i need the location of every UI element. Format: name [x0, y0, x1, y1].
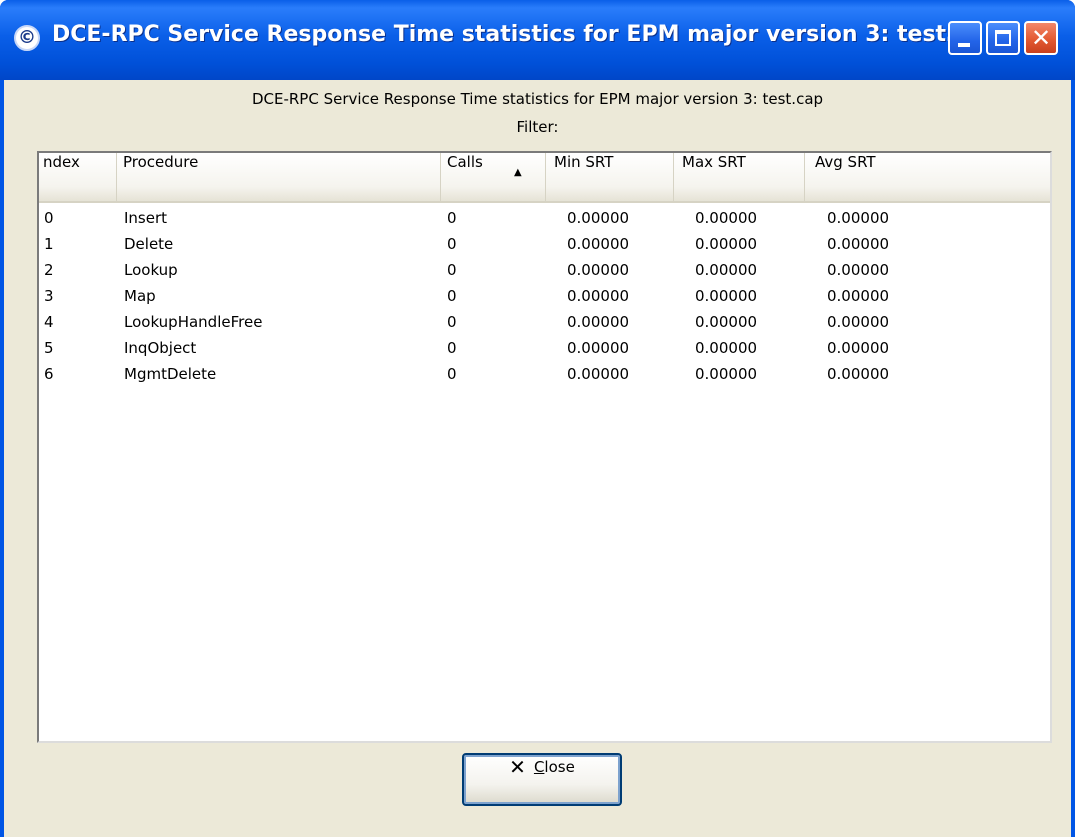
cell-procedure: Lookup: [124, 261, 178, 279]
maximize-button[interactable]: [986, 21, 1020, 55]
column-header-index[interactable]: ndex: [39, 153, 117, 201]
cell-index: 3: [44, 287, 54, 305]
close-button[interactable]: ✕ Close: [462, 753, 622, 806]
cell-calls: 0: [447, 235, 457, 253]
cell-procedure: Insert: [124, 209, 168, 227]
cell-min-srt: 0.00000: [567, 235, 630, 253]
filter-label: Filter:: [516, 118, 559, 136]
cell-max-srt: 0.00000: [695, 365, 758, 383]
dialog-window: © DCE-RPC Service Response Time statisti…: [0, 0, 1075, 837]
cell-calls: 0: [447, 209, 457, 227]
table-row[interactable]: 5 InqObject 0 0.00000 0.00000 0.00000: [39, 339, 1050, 365]
cell-max-srt: 0.00000: [695, 209, 758, 227]
cell-index: 1: [44, 235, 54, 253]
window-title: DCE-RPC Service Response Time statistics…: [52, 22, 969, 47]
column-header-min-srt[interactable]: Min SRT: [546, 153, 674, 201]
cell-avg-srt: 0.00000: [827, 339, 890, 357]
cell-procedure: Delete: [124, 235, 174, 253]
table-row[interactable]: 2 Lookup 0 0.00000 0.00000 0.00000: [39, 261, 1050, 287]
close-window-button[interactable]: ✕: [1024, 21, 1058, 55]
cell-avg-srt: 0.00000: [827, 261, 890, 279]
table-row[interactable]: 1 Delete 0 0.00000 0.00000 0.00000: [39, 235, 1050, 261]
cell-avg-srt: 0.00000: [827, 235, 890, 253]
cell-procedure: InqObject: [124, 339, 197, 357]
cell-avg-srt: 0.00000: [827, 287, 890, 305]
cell-min-srt: 0.00000: [567, 209, 630, 227]
close-button-label: Close: [533, 758, 575, 776]
cell-calls: 0: [447, 287, 457, 305]
table-row[interactable]: 6 MgmtDelete 0 0.00000 0.00000 0.00000: [39, 365, 1050, 391]
cell-min-srt: 0.00000: [567, 339, 630, 357]
cell-avg-srt: 0.00000: [827, 209, 890, 227]
table-body: 0 Insert 0 0.00000 0.00000 0.00000 1 Del…: [39, 209, 1050, 391]
column-header-max-srt[interactable]: Max SRT: [674, 153, 805, 201]
close-x-icon: ✕: [509, 755, 526, 779]
cell-max-srt: 0.00000: [695, 235, 758, 253]
cell-avg-srt: 0.00000: [827, 313, 890, 331]
cell-max-srt: 0.00000: [695, 261, 758, 279]
title-bar[interactable]: © DCE-RPC Service Response Time statisti…: [0, 0, 1075, 80]
cell-avg-srt: 0.00000: [827, 365, 890, 383]
table-row[interactable]: 0 Insert 0 0.00000 0.00000 0.00000: [39, 209, 1050, 235]
wireshark-app-icon[interactable]: ©: [14, 25, 40, 51]
sort-ascending-icon: ▲: [514, 167, 522, 178]
cell-index: 5: [44, 339, 54, 357]
cell-min-srt: 0.00000: [567, 313, 630, 331]
minimize-button[interactable]: [948, 21, 982, 55]
srt-table[interactable]: ndex Procedure Calls ▲ Min SRT Max SRT A…: [37, 151, 1052, 743]
cell-max-srt: 0.00000: [695, 313, 758, 331]
window-frame-right: [1071, 80, 1075, 837]
cell-calls: 0: [447, 313, 457, 331]
maximize-icon: [995, 30, 1011, 46]
table-row[interactable]: 4 LookupHandleFree 0 0.00000 0.00000 0.0…: [39, 313, 1050, 339]
cell-max-srt: 0.00000: [695, 287, 758, 305]
cell-index: 4: [44, 313, 54, 331]
cell-calls: 0: [447, 261, 457, 279]
column-header-avg-srt[interactable]: Avg SRT: [805, 153, 1048, 201]
column-header-calls-label: Calls: [447, 153, 483, 171]
dialog-client-area: DCE-RPC Service Response Time statistics…: [4, 80, 1071, 837]
cell-index: 2: [44, 261, 54, 279]
table-header: ndex Procedure Calls ▲ Min SRT Max SRT A…: [39, 153, 1050, 203]
close-icon: ✕: [1030, 24, 1052, 52]
cell-min-srt: 0.00000: [567, 287, 630, 305]
cell-calls: 0: [447, 339, 457, 357]
cell-max-srt: 0.00000: [695, 339, 758, 357]
column-header-procedure[interactable]: Procedure: [117, 153, 441, 201]
column-header-calls[interactable]: Calls ▲: [441, 153, 546, 201]
cell-procedure: LookupHandleFree: [124, 313, 263, 331]
cell-procedure: MgmtDelete: [124, 365, 217, 383]
cell-calls: 0: [447, 365, 457, 383]
cell-index: 6: [44, 365, 54, 383]
cell-min-srt: 0.00000: [567, 365, 630, 383]
cell-procedure: Map: [124, 287, 156, 305]
cell-index: 0: [44, 209, 54, 227]
minimize-icon: [958, 43, 970, 47]
table-row[interactable]: 3 Map 0 0.00000 0.00000 0.00000: [39, 287, 1050, 313]
statistics-heading: DCE-RPC Service Response Time statistics…: [251, 90, 824, 108]
cell-min-srt: 0.00000: [567, 261, 630, 279]
